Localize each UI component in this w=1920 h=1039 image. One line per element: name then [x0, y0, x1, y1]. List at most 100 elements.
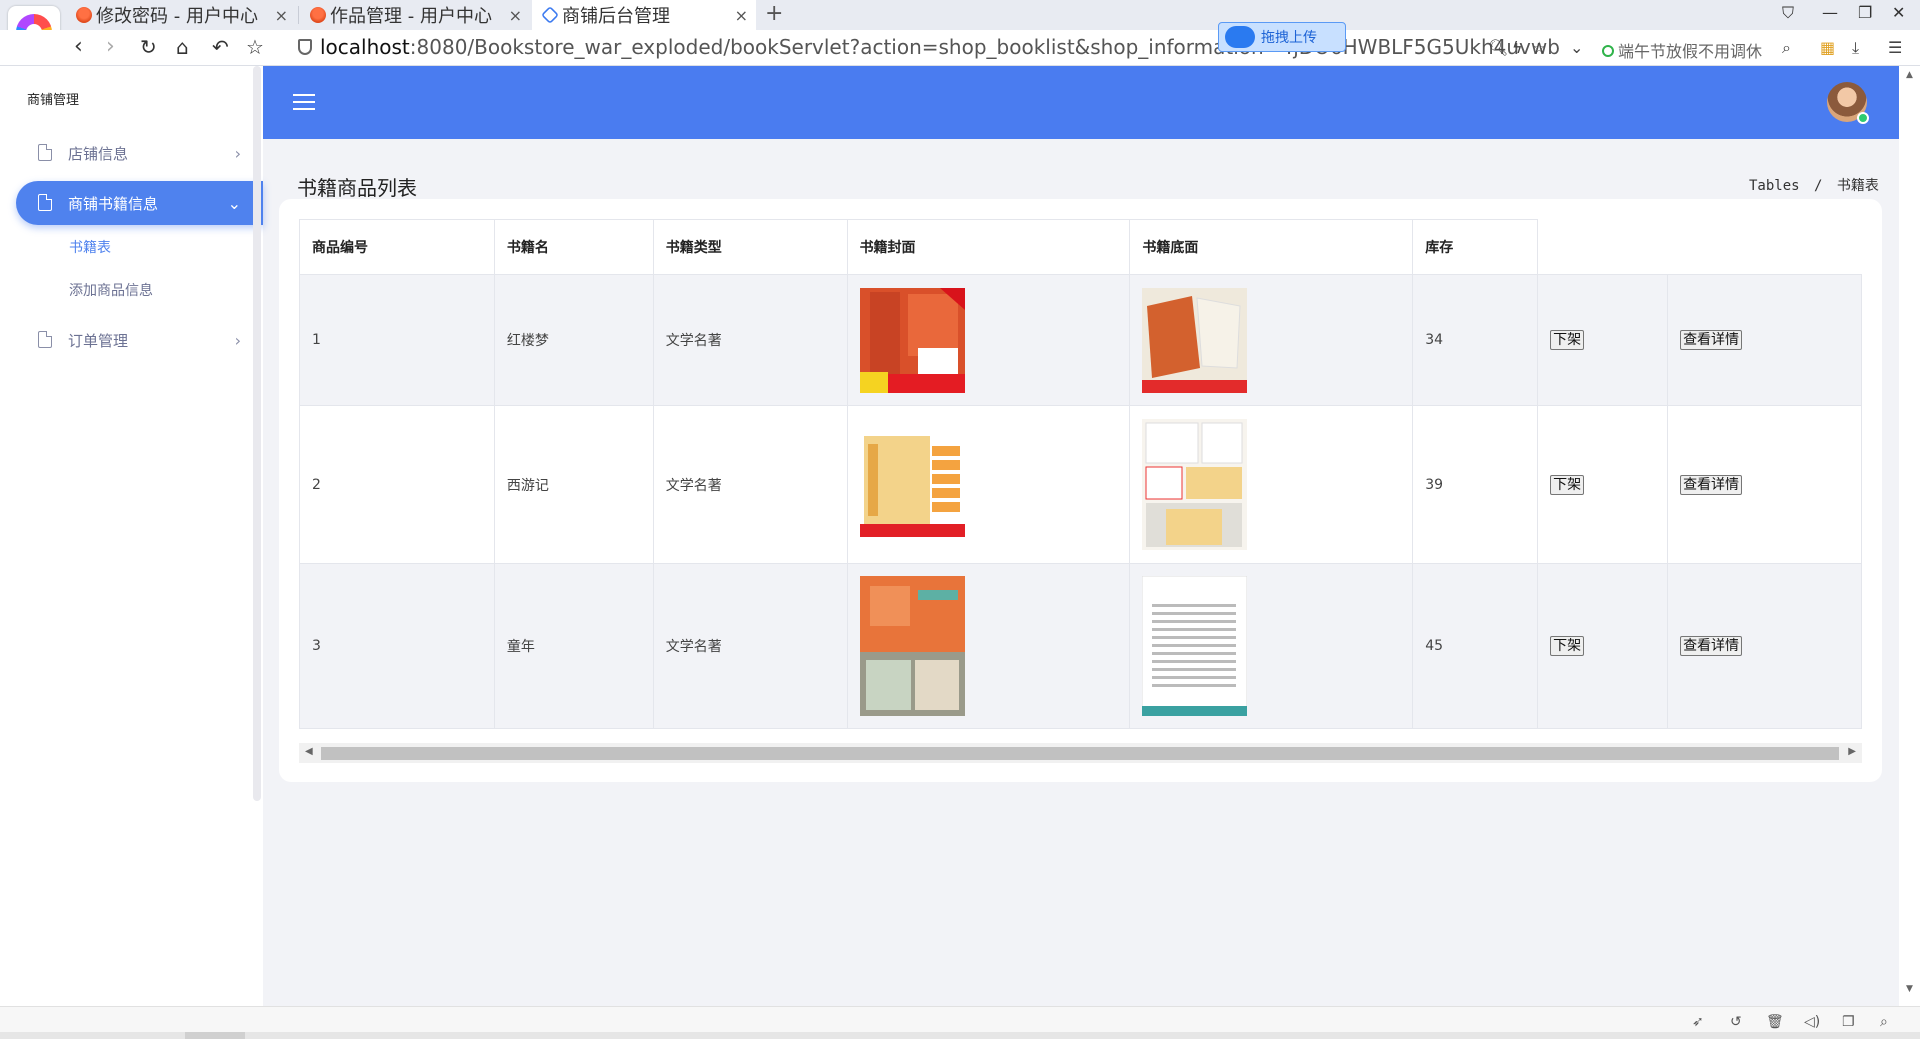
sidebar-item-label: 商铺书籍信息	[68, 195, 159, 213]
browser-tab-shop-admin[interactable]: 商铺后台管理 ×	[532, 0, 756, 30]
scroll-left-icon[interactable]: ◀	[305, 746, 313, 757]
lightning-icon[interactable]: ϟ	[1512, 38, 1523, 57]
url-host: localhost	[320, 35, 410, 59]
sidebar-subitem-add-product[interactable]: 添加商品信息	[69, 280, 153, 300]
view-detail-button[interactable]: 查看详情	[1680, 330, 1743, 350]
trash-icon[interactable]: 🗑︎	[1766, 1014, 1784, 1030]
search-icon[interactable]: ⌕	[1880, 1014, 1888, 1030]
cell-name: 西游记	[493, 405, 654, 564]
scroll-right-icon[interactable]: ▶	[1848, 746, 1856, 757]
refresh-icon[interactable]: ↺	[1730, 1014, 1742, 1030]
books-table: 商品编号 书籍名 书籍类型 书籍封面 书籍底面 库存 1 红楼梦 文学名著 34…	[299, 219, 1862, 729]
sidebar-item-orders[interactable]: 订单管理 ›	[16, 318, 263, 362]
chevron-down-icon[interactable]: ⌄	[1570, 38, 1583, 57]
browser-tab-works[interactable]: 作品管理 - 用户中心 ×	[300, 0, 530, 30]
sidebar-brand: 商铺管理	[27, 93, 80, 108]
table-horizontal-scrollbar[interactable]: ◀ ▶	[299, 743, 1862, 763]
url-path: :8080/Bookstore_war_exploded/bookServlet…	[409, 35, 1560, 59]
address-bar[interactable]: localhost:8080/Bookstore_war_exploded/bo…	[320, 35, 1560, 59]
table-row: 2 西游记 文学名著 39 下架 查看详情	[299, 405, 1862, 564]
table-container: 商品编号 书籍名 书籍类型 书籍封面 书籍底面 库存 1 红楼梦 文学名著 34…	[299, 219, 1862, 763]
cell-detail: 查看详情	[1667, 405, 1862, 564]
window-icon[interactable]: ❐	[1842, 1014, 1855, 1030]
star-icon[interactable]: ☆	[246, 35, 264, 59]
table-card: 商品编号 书籍名 书籍类型 书籍封面 书籍底面 库存 1 红楼梦 文学名著 34…	[279, 199, 1882, 782]
breadcrumb-parent[interactable]: Tables	[1749, 178, 1800, 194]
sidebar-item-shop-info[interactable]: 店铺信息 ›	[16, 131, 263, 175]
close-tab-icon[interactable]: ×	[509, 6, 522, 25]
cell-id: 3	[299, 563, 495, 729]
tab-label: 商铺后台管理	[562, 6, 670, 27]
blue-link-icon	[540, 5, 560, 25]
cell-stock: 39	[1412, 405, 1539, 564]
rocket-icon[interactable]: ➶	[1692, 1014, 1704, 1030]
document-icon	[38, 331, 52, 348]
page-scrollbar[interactable]: ▲ ▼	[1899, 66, 1920, 1006]
breadcrumb-current: 书籍表	[1836, 178, 1879, 194]
cell-back	[1129, 405, 1414, 564]
scroll-up-icon[interactable]: ▲	[1906, 70, 1913, 80]
shirt-skin-icon[interactable]: ⛉	[1782, 3, 1794, 23]
search-icon[interactable]: ⌕	[1782, 38, 1791, 58]
tab-label: 修改密码 - 用户中心	[96, 6, 258, 27]
breadcrumb-separator: /	[1814, 178, 1823, 194]
close-tab-icon[interactable]: ×	[735, 6, 748, 25]
cell-detail: 查看详情	[1667, 563, 1862, 729]
hamburger-menu-icon[interactable]	[293, 94, 315, 110]
forward-icon[interactable]: ›	[106, 35, 115, 59]
restore-button[interactable]: ❐	[1858, 3, 1872, 22]
close-tab-icon[interactable]: ×	[275, 6, 288, 25]
zoom-icon[interactable]: 🔍︎	[1488, 38, 1508, 57]
book-cover-image-art	[859, 576, 965, 716]
scrollbar-thumb[interactable]	[321, 747, 1839, 760]
bottom-scrollbar[interactable]	[0, 1032, 1920, 1039]
search-suggestion[interactable]: 端午节放假不用调休	[1602, 38, 1762, 62]
speaker-icon[interactable]: ◁)	[1804, 1014, 1820, 1030]
cloud-icon	[1225, 26, 1255, 48]
undo-icon[interactable]: ↶	[212, 35, 229, 59]
book-cover-image-art	[859, 432, 965, 537]
column-header-empty	[1667, 219, 1862, 275]
user-avatar[interactable]	[1827, 82, 1869, 124]
scroll-down-icon[interactable]: ▼	[1906, 984, 1913, 994]
off-shelf-button[interactable]: 下架	[1550, 330, 1585, 350]
minimize-button[interactable]: —	[1822, 3, 1838, 22]
menu-icon[interactable]: ☰	[1888, 38, 1902, 57]
sidebar-item-label: 订单管理	[68, 332, 129, 350]
column-header-name: 书籍名	[493, 219, 654, 275]
download-icon[interactable]: ⤓	[1852, 38, 1859, 58]
search-logo-icon	[1602, 45, 1614, 57]
chevron-down-icon: ⌄	[227, 194, 241, 213]
chevron-right-icon: ›	[234, 144, 241, 163]
off-shelf-button[interactable]: 下架	[1550, 474, 1585, 495]
sidebar-scrollbar[interactable]	[253, 66, 261, 801]
home-icon[interactable]: ⌂	[176, 35, 189, 59]
close-window-button[interactable]: ✕	[1892, 3, 1905, 22]
book-back-image-art	[1142, 419, 1248, 550]
cell-detail: 查看详情	[1667, 274, 1862, 406]
cell-cover	[846, 274, 1131, 406]
browser-tab-change-password[interactable]: 修改密码 - 用户中心 ×	[66, 0, 296, 30]
cell-id: 1	[299, 274, 495, 406]
document-icon	[38, 194, 52, 211]
off-shelf-button[interactable]: 下架	[1550, 636, 1585, 656]
table-header-row: 商品编号 书籍名 书籍类型 书籍封面 书籍底面 库存	[299, 219, 1862, 275]
apps-grid-icon[interactable]: ▦	[1820, 38, 1835, 57]
back-icon[interactable]: ‹	[74, 35, 83, 59]
drag-upload-badge[interactable]: 拖拽上传	[1218, 22, 1346, 52]
cell-back	[1129, 274, 1414, 406]
sidebar-item-shop-books[interactable]: 商铺书籍信息 ⌄	[16, 181, 263, 225]
upload-badge-label: 拖拽上传	[1261, 30, 1317, 46]
view-detail-button[interactable]: 查看详情	[1680, 474, 1743, 495]
reload-icon[interactable]: ↻	[140, 35, 157, 59]
view-detail-button[interactable]: 查看详情	[1680, 636, 1743, 656]
book-back-image-art	[1142, 287, 1248, 393]
sidebar-subitem-book-table[interactable]: 书籍表	[69, 237, 111, 257]
book-back-image	[1142, 419, 1248, 550]
book-back-image	[1142, 576, 1248, 716]
document-icon	[38, 144, 52, 161]
bookmark-star-icon[interactable]: ☆	[1532, 38, 1546, 57]
new-tab-button[interactable]: +	[765, 1, 783, 26]
shield-icon	[298, 39, 312, 55]
book-cover-image-art	[859, 287, 965, 393]
